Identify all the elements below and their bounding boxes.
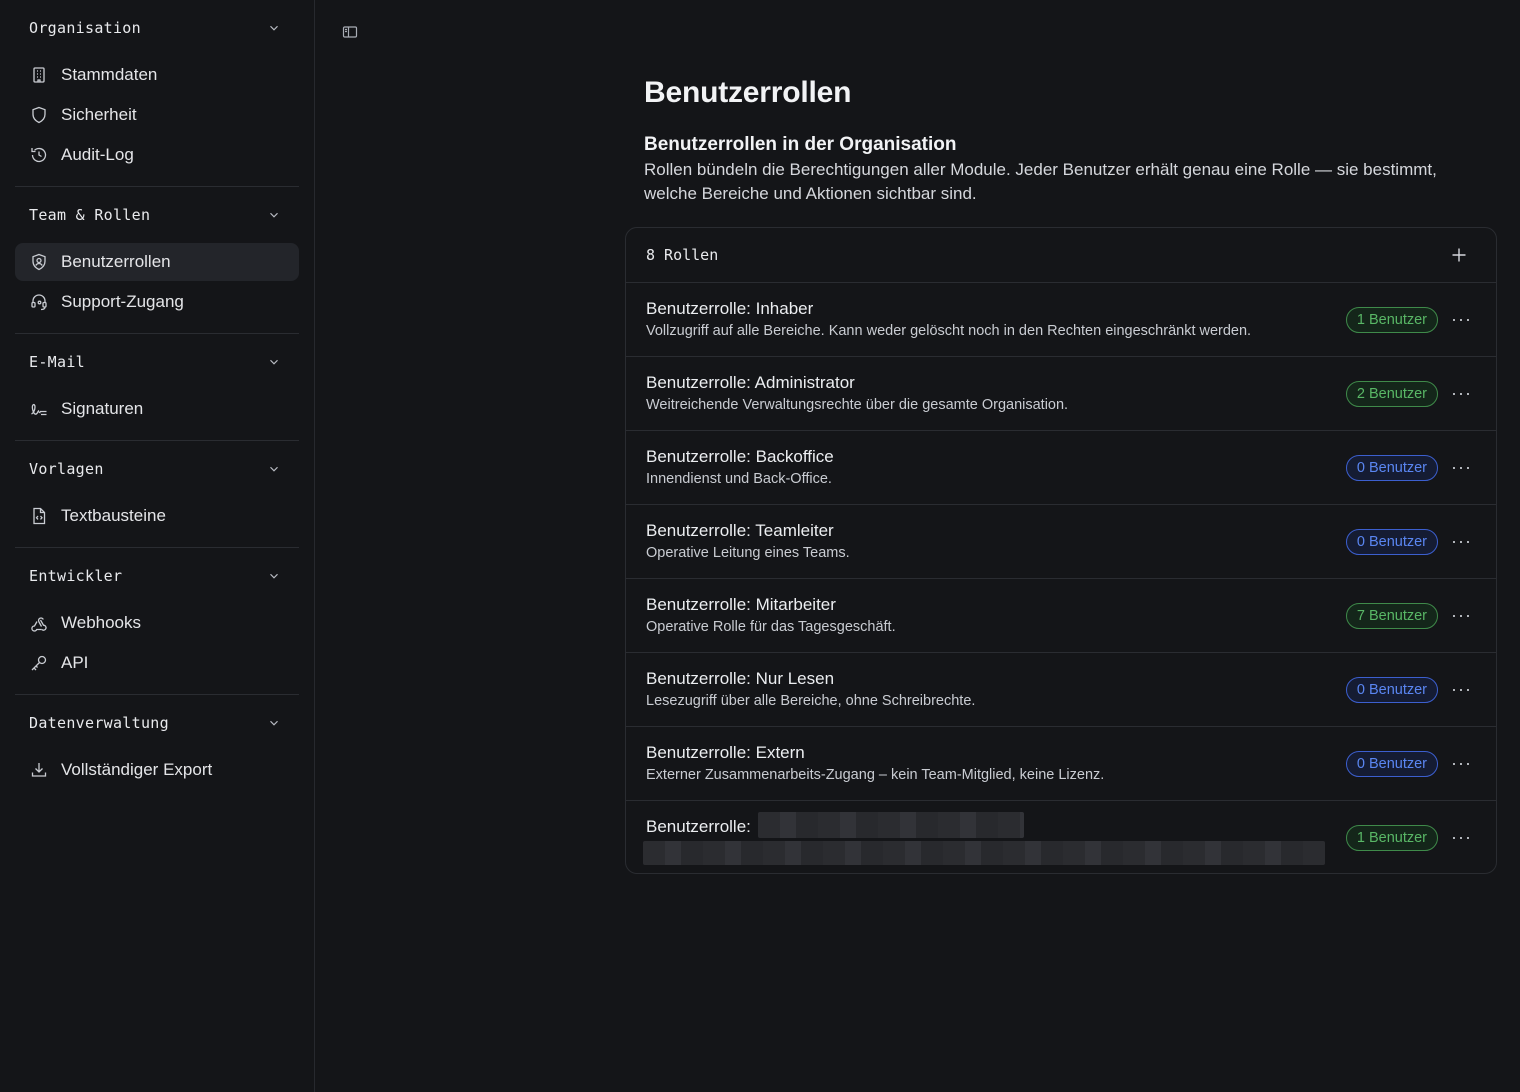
more-options-icon[interactable]: ···: [1451, 532, 1472, 550]
sidebar-group-team-rollen: Team & Rollen Benutzerrollen Support-Zug…: [15, 187, 299, 334]
user-count-badge: 0 Benutzer: [1345, 677, 1438, 703]
role-row[interactable]: Benutzerrolle: Backoffice Innendienst un…: [626, 431, 1496, 505]
role-row[interactable]: Benutzerrolle: Inhaber Vollzugriff auf a…: [626, 283, 1496, 357]
sidebar-item-label: Vollständiger Export: [61, 760, 213, 779]
user-count-badge: 0 Benutzer: [1345, 751, 1438, 777]
user-count-badge: 7 Benutzer: [1345, 603, 1438, 629]
redacted-text: [757, 811, 1024, 838]
sidebar-item-api[interactable]: API: [15, 644, 299, 682]
plus-icon[interactable]: [1450, 246, 1468, 264]
redacted-text: [643, 840, 1325, 865]
sidebar-group-header[interactable]: Organisation: [15, 0, 299, 56]
sidebar-item-textbausteine[interactable]: Textbausteine: [15, 497, 299, 535]
sidebar-item-label: Signaturen: [61, 399, 144, 418]
role-row[interactable]: Benutzerrolle: 1 Benutzer ···: [626, 801, 1496, 873]
signature-icon: [31, 403, 47, 416]
sidebar-group-header[interactable]: E-Mail: [15, 334, 299, 390]
sidebar-item-signaturen[interactable]: Signaturen: [15, 390, 299, 428]
sidebar-group-label: Datenverwaltung: [29, 714, 169, 732]
user-count-badge: 0 Benutzer: [1345, 455, 1438, 481]
chevron-down-icon: [270, 212, 278, 218]
sidebar-group-entwickler: Entwickler Webhooks API: [15, 548, 299, 695]
sidebar-item-label: Sicherheit: [61, 105, 137, 124]
sidebar-group-label: Team & Rollen: [29, 206, 151, 224]
chevron-down-icon: [270, 359, 278, 365]
sidebar-item-sicherheit[interactable]: Sicherheit: [15, 96, 299, 134]
section-description: Rollen bündeln die Berechtigungen aller …: [644, 160, 1437, 203]
sidebar-item-audit-log[interactable]: Audit-Log: [15, 136, 299, 174]
sidebar-toggle-icon[interactable]: [340, 22, 360, 42]
more-options-icon[interactable]: ···: [1451, 828, 1472, 846]
sidebar-item-label: API: [61, 653, 89, 672]
role-row[interactable]: Benutzerrolle: Extern Externer Zusammena…: [626, 727, 1496, 801]
sidebar-group-header[interactable]: Vorlagen: [15, 441, 299, 497]
shield-user-icon: [32, 253, 46, 271]
chevron-down-icon: [270, 25, 278, 31]
section-title: Benutzerrollen in der Organisation: [644, 134, 957, 155]
more-options-icon[interactable]: ···: [1451, 606, 1472, 624]
more-options-icon[interactable]: ···: [1451, 754, 1472, 772]
sidebar-group-organisation: Organisation Stammdaten Sicherheit Audit…: [15, 0, 299, 187]
more-options-icon[interactable]: ···: [1451, 680, 1472, 698]
sidebar-group-datenverwaltung: Datenverwaltung Vollständiger Export: [15, 695, 299, 801]
key-icon: [31, 655, 47, 671]
sidebar-item-label: Benutzerrollen: [61, 252, 171, 271]
sidebar-group-header[interactable]: Team & Rollen: [15, 187, 299, 243]
chevron-down-icon: [270, 573, 278, 579]
history-icon: [31, 147, 47, 163]
sidebar-item-stammdaten[interactable]: Stammdaten: [15, 56, 299, 94]
sidebar-item-export[interactable]: Vollständiger Export: [15, 751, 299, 789]
sidebar: Organisation Stammdaten Sicherheit Audit…: [0, 0, 315, 1092]
chevron-down-icon: [270, 466, 278, 472]
sidebar-item-label: Textbausteine: [61, 506, 166, 525]
more-options-icon[interactable]: ···: [1451, 310, 1472, 328]
sidebar-item-webhooks[interactable]: Webhooks: [15, 604, 299, 642]
user-count-badge: 1 Benutzer: [1345, 307, 1438, 333]
sidebar-group-label: E-Mail: [29, 353, 85, 371]
sidebar-item-label: Stammdaten: [61, 65, 158, 84]
sidebar-group-header[interactable]: Datenverwaltung: [15, 695, 299, 751]
webhook-icon: [31, 617, 47, 632]
sidebar-item-label: Webhooks: [61, 613, 142, 632]
user-count-badge: 2 Benutzer: [1345, 381, 1438, 407]
sidebar-group-header[interactable]: Entwickler: [15, 548, 299, 604]
chevron-down-icon: [270, 720, 278, 726]
shield-icon: [32, 106, 46, 124]
sidebar-group-label: Entwickler: [29, 567, 123, 585]
page-title: Benutzerrollen: [644, 76, 852, 109]
sidebar-item-benutzerrollen[interactable]: Benutzerrollen: [15, 243, 299, 281]
sidebar-group-vorlagen: Vorlagen Textbausteine: [15, 441, 299, 548]
sidebar-group-label: Vorlagen: [29, 460, 104, 478]
more-options-icon[interactable]: ···: [1451, 384, 1472, 402]
roles-card-header: 8 Rollen: [626, 228, 1496, 283]
download-icon: [31, 763, 47, 777]
building-icon: [33, 67, 45, 83]
role-row[interactable]: Benutzerrolle: Nur Lesen Lesezugriff übe…: [626, 653, 1496, 727]
more-options-icon[interactable]: ···: [1451, 458, 1472, 476]
sidebar-item-support-zugang[interactable]: Support-Zugang: [15, 283, 299, 321]
sidebar-item-label: Support-Zugang: [61, 292, 184, 311]
user-count-badge: 1 Benutzer: [1345, 825, 1438, 851]
role-row[interactable]: Benutzerrolle: Mitarbeiter Operative Rol…: [626, 579, 1496, 653]
roles-card: 8 Rollen Benutzerrolle: Inhaber Vollzugr…: [625, 227, 1497, 874]
headset-icon: [31, 294, 47, 311]
sidebar-group-label: Organisation: [29, 19, 141, 37]
file-code-icon: [33, 507, 46, 525]
user-count-badge: 0 Benutzer: [1345, 529, 1438, 555]
sidebar-item-label: Audit-Log: [61, 145, 134, 164]
role-row[interactable]: Benutzerrolle: Administrator Weitreichen…: [626, 357, 1496, 431]
roles-count: 8 Rollen: [646, 246, 719, 264]
role-row[interactable]: Benutzerrolle: Teamleiter Operative Leit…: [626, 505, 1496, 579]
sidebar-group-email: E-Mail Signaturen: [15, 334, 299, 441]
role-title: Benutzerrolle:: [646, 817, 751, 836]
